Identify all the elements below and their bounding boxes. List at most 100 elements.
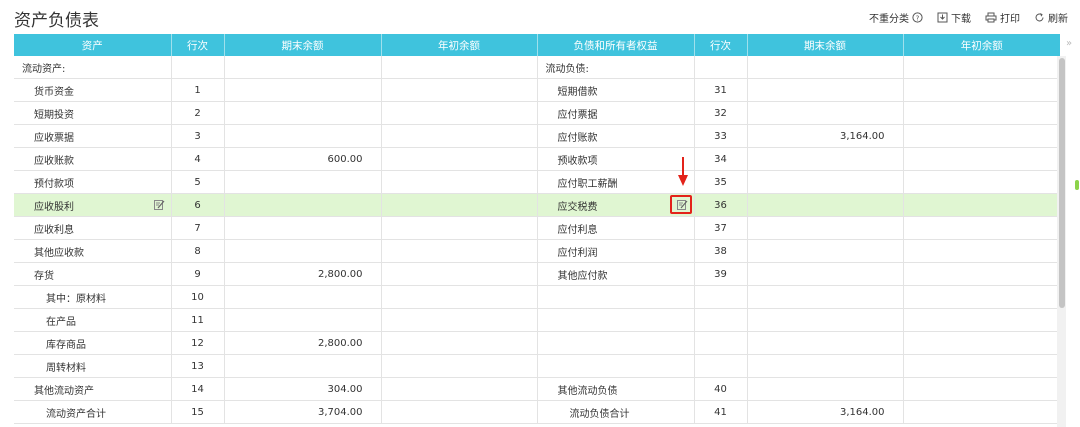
asset-begin-balance-cell[interactable] bbox=[381, 193, 538, 217]
liability-label-cell[interactable]: 应付职工薪酬 bbox=[537, 170, 695, 194]
asset-end-balance-cell[interactable] bbox=[224, 193, 382, 217]
liability-begin-balance-cell[interactable] bbox=[903, 377, 1060, 401]
asset-label-cell[interactable]: 周转材料 bbox=[14, 354, 172, 378]
liability-begin-balance-cell[interactable] bbox=[903, 193, 1060, 217]
asset-begin-balance-cell[interactable] bbox=[381, 170, 538, 194]
download-button[interactable]: 下载 bbox=[937, 10, 971, 25]
asset-label-cell[interactable]: 库存商品 bbox=[14, 331, 172, 355]
liability-begin-balance-cell[interactable] bbox=[903, 239, 1060, 263]
liability-end-balance-cell[interactable] bbox=[747, 285, 904, 309]
asset-end-balance-cell[interactable] bbox=[224, 308, 382, 332]
liability-begin-balance-cell[interactable] bbox=[903, 262, 1060, 286]
asset-begin-balance-cell[interactable] bbox=[381, 377, 538, 401]
asset-label-cell[interactable]: 预付款项 bbox=[14, 170, 172, 194]
liability-end-balance-cell[interactable]: 3,164.00 bbox=[747, 124, 904, 148]
liability-label-cell[interactable]: 短期借款 bbox=[537, 78, 695, 102]
asset-end-balance-cell[interactable] bbox=[224, 101, 382, 125]
liability-label-cell[interactable]: 应交税费 bbox=[537, 193, 695, 217]
asset-end-balance-cell[interactable] bbox=[224, 124, 382, 148]
asset-label-cell[interactable]: 应收票据 bbox=[14, 124, 172, 148]
liability-begin-balance-cell[interactable] bbox=[903, 147, 1060, 171]
liability-begin-balance-cell[interactable] bbox=[903, 331, 1060, 355]
liability-label-cell[interactable]: 其他应付款 bbox=[537, 262, 695, 286]
asset-label-cell[interactable]: 货币资金 bbox=[14, 78, 172, 102]
liability-label-cell[interactable]: 应付利润 bbox=[537, 239, 695, 263]
asset-end-balance-cell[interactable] bbox=[224, 170, 382, 194]
liability-end-balance-cell[interactable] bbox=[747, 147, 904, 171]
edit-icon[interactable] bbox=[153, 199, 165, 210]
liability-label-cell[interactable]: 应付票据 bbox=[537, 101, 695, 125]
liability-label-cell[interactable]: 流动负债: bbox=[537, 56, 695, 79]
asset-end-balance-cell[interactable] bbox=[224, 285, 382, 309]
liability-begin-balance-cell[interactable] bbox=[903, 124, 1060, 148]
asset-label-cell[interactable]: 应收账款 bbox=[14, 147, 172, 171]
asset-label-cell[interactable]: 在产品 bbox=[14, 308, 172, 332]
liability-end-balance-cell[interactable] bbox=[747, 308, 904, 332]
liability-end-balance-cell[interactable] bbox=[747, 354, 904, 378]
asset-end-balance-cell[interactable] bbox=[224, 354, 382, 378]
asset-end-balance-cell[interactable] bbox=[224, 239, 382, 263]
help-icon[interactable]: ? bbox=[912, 12, 923, 23]
liability-end-balance-cell[interactable] bbox=[747, 262, 904, 286]
asset-begin-balance-cell[interactable] bbox=[381, 400, 538, 424]
asset-end-balance-cell[interactable]: 2,800.00 bbox=[224, 262, 382, 286]
asset-label-cell[interactable]: 其他应收款 bbox=[14, 239, 172, 263]
liability-begin-balance-cell[interactable] bbox=[903, 308, 1060, 332]
liability-end-balance-cell[interactable]: 3,164.00 bbox=[747, 400, 904, 424]
asset-label-cell[interactable]: 短期投资 bbox=[14, 101, 172, 125]
asset-end-balance-cell[interactable]: 304.00 bbox=[224, 377, 382, 401]
asset-label-cell[interactable]: 其中：原材料 bbox=[14, 285, 172, 309]
liability-end-balance-cell[interactable] bbox=[747, 331, 904, 355]
liability-begin-balance-cell[interactable] bbox=[903, 400, 1060, 424]
liability-end-balance-cell[interactable] bbox=[747, 56, 904, 79]
liability-begin-balance-cell[interactable] bbox=[903, 285, 1060, 309]
liability-label-cell[interactable] bbox=[537, 354, 695, 378]
liability-label-cell[interactable]: 流动负债合计 bbox=[537, 400, 695, 424]
liability-end-balance-cell[interactable] bbox=[747, 101, 904, 125]
vertical-scrollbar-thumb[interactable] bbox=[1059, 58, 1065, 308]
asset-label-cell[interactable]: 应收利息 bbox=[14, 216, 172, 240]
side-tab-indicator[interactable] bbox=[1075, 180, 1079, 190]
liability-label-cell[interactable]: 应付账款 bbox=[537, 124, 695, 148]
liability-label-cell[interactable]: 预收款项 bbox=[537, 147, 695, 171]
scroll-right-icon[interactable]: » bbox=[1066, 38, 1072, 49]
liability-begin-balance-cell[interactable] bbox=[903, 170, 1060, 194]
liability-begin-balance-cell[interactable] bbox=[903, 78, 1060, 102]
liability-begin-balance-cell[interactable] bbox=[903, 56, 1060, 79]
liability-label-cell[interactable] bbox=[537, 331, 695, 355]
asset-begin-balance-cell[interactable] bbox=[381, 308, 538, 332]
asset-end-balance-cell[interactable]: 3,704.00 bbox=[224, 400, 382, 424]
liability-end-balance-cell[interactable] bbox=[747, 239, 904, 263]
asset-label-cell[interactable]: 流动资产合计 bbox=[14, 400, 172, 424]
liability-label-cell[interactable]: 其他流动负债 bbox=[537, 377, 695, 401]
liability-begin-balance-cell[interactable] bbox=[903, 354, 1060, 378]
liability-end-balance-cell[interactable] bbox=[747, 78, 904, 102]
refresh-button[interactable]: 刷新 bbox=[1034, 10, 1068, 25]
liability-label-cell[interactable] bbox=[537, 308, 695, 332]
liability-begin-balance-cell[interactable] bbox=[903, 101, 1060, 125]
asset-begin-balance-cell[interactable] bbox=[381, 101, 538, 125]
unclassified-toggle[interactable]: 不重分类 ? bbox=[869, 10, 923, 25]
asset-label-cell[interactable]: 应收股利 bbox=[14, 193, 172, 217]
asset-begin-balance-cell[interactable] bbox=[381, 354, 538, 378]
asset-begin-balance-cell[interactable] bbox=[381, 216, 538, 240]
asset-end-balance-cell[interactable] bbox=[224, 78, 382, 102]
liability-end-balance-cell[interactable] bbox=[747, 377, 904, 401]
asset-end-balance-cell[interactable]: 2,800.00 bbox=[224, 331, 382, 355]
asset-label-cell[interactable]: 其他流动资产 bbox=[14, 377, 172, 401]
asset-begin-balance-cell[interactable] bbox=[381, 78, 538, 102]
asset-begin-balance-cell[interactable] bbox=[381, 285, 538, 309]
liability-label-cell[interactable] bbox=[537, 285, 695, 309]
print-button[interactable]: 打印 bbox=[985, 10, 1020, 25]
asset-begin-balance-cell[interactable] bbox=[381, 124, 538, 148]
asset-label-cell[interactable]: 存货 bbox=[14, 262, 172, 286]
liability-end-balance-cell[interactable] bbox=[747, 170, 904, 194]
asset-end-balance-cell[interactable]: 600.00 bbox=[224, 147, 382, 171]
asset-end-balance-cell[interactable] bbox=[224, 56, 382, 79]
liability-begin-balance-cell[interactable] bbox=[903, 216, 1060, 240]
asset-begin-balance-cell[interactable] bbox=[381, 331, 538, 355]
liability-end-balance-cell[interactable] bbox=[747, 216, 904, 240]
liability-end-balance-cell[interactable] bbox=[747, 193, 904, 217]
liability-label-cell[interactable]: 应付利息 bbox=[537, 216, 695, 240]
asset-begin-balance-cell[interactable] bbox=[381, 262, 538, 286]
